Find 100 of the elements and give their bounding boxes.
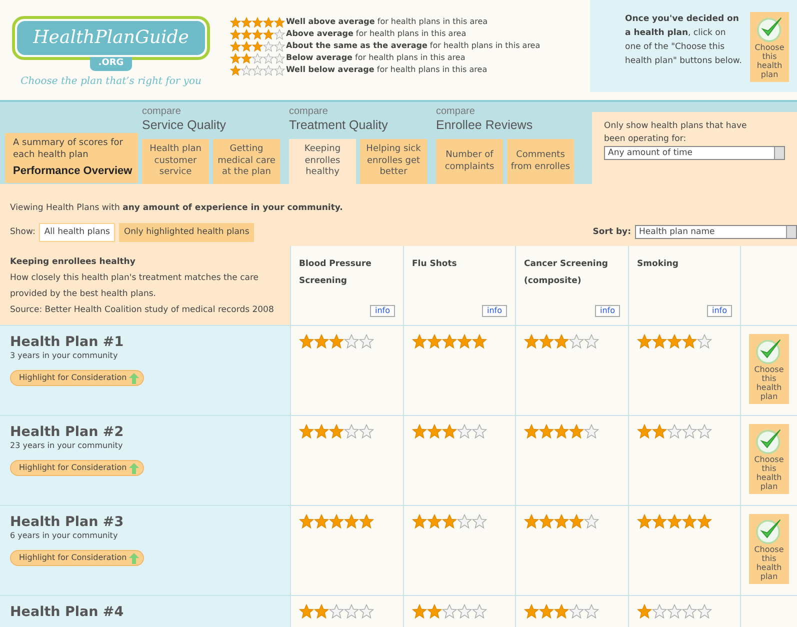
star-icon <box>230 28 241 40</box>
info-button[interactable]: info <box>482 305 507 317</box>
star-icon <box>667 424 682 439</box>
star-icon <box>569 334 584 349</box>
checkmark-icon <box>755 517 783 545</box>
category-tab[interactable]: Comments from enrolles <box>507 139 574 184</box>
star-icon <box>252 40 263 52</box>
group-title: Enrollee Reviews <box>436 117 534 133</box>
checkmark-icon <box>755 427 783 455</box>
star-icon <box>252 64 263 76</box>
up-arrow-icon <box>128 462 139 474</box>
star-icon <box>230 40 241 52</box>
star-icon <box>637 424 652 439</box>
tagline: Choose the plan that’s right for you <box>20 74 202 88</box>
highlight-button[interactable]: Highlight for Consideration <box>10 370 144 386</box>
choose-plan-button[interactable]: Choose this health plan <box>749 334 789 404</box>
star-icon <box>344 604 359 619</box>
star-icon <box>554 604 569 619</box>
star-icon <box>584 334 599 349</box>
star-icon <box>442 604 457 619</box>
star-icon <box>263 16 274 28</box>
up-arrow-icon <box>128 552 139 564</box>
star-icon <box>344 514 359 529</box>
star-icon <box>584 514 599 529</box>
star-icon <box>652 424 667 439</box>
star-icon <box>524 514 539 529</box>
star-icon <box>412 424 427 439</box>
star-icon <box>299 514 314 529</box>
star-icon <box>457 424 472 439</box>
legend-text: Above average for health plans in this area <box>286 28 466 40</box>
star-icon <box>230 52 241 64</box>
star-icon <box>652 514 667 529</box>
star-icon <box>697 334 712 349</box>
logo-suffix: .ORG <box>90 57 132 70</box>
star-icon <box>252 28 263 40</box>
star-icon <box>344 334 359 349</box>
star-icon <box>241 64 252 76</box>
compare-label: compare <box>289 106 329 117</box>
plan-name: Health Plan #1 <box>10 334 125 350</box>
info-button[interactable]: info <box>594 305 620 317</box>
star-icon <box>263 64 274 76</box>
highlight-button[interactable]: Highlight for Consideration <box>10 460 144 476</box>
star-icon <box>457 334 472 349</box>
star-icon <box>637 604 652 619</box>
star-icon <box>539 424 554 439</box>
star-icon <box>252 52 263 64</box>
legend-text: Well above average for health plans in this area <box>286 16 488 28</box>
filter-label: Only show health plans that have been operating for: <box>604 120 748 146</box>
star-icon <box>274 28 285 40</box>
star-icon <box>359 424 374 439</box>
intro-text: Source: Better Health Coalition study of medical records 2008 <box>10 304 275 317</box>
star-icon <box>274 40 285 52</box>
star-icon <box>274 64 285 76</box>
star-icon <box>359 334 374 349</box>
filter-toggle[interactable]: All health plans <box>39 222 115 242</box>
star-icon <box>457 604 472 619</box>
star-icon <box>554 424 569 439</box>
star-icon <box>329 604 344 619</box>
star-icon <box>539 334 554 349</box>
category-tab[interactable]: Number of complaints <box>436 139 503 184</box>
choose-plan-button[interactable]: Choose this health plan <box>750 12 789 82</box>
star-icon <box>241 52 252 64</box>
star-icon <box>472 334 487 349</box>
tab-caption: A summary of scores for each health plan <box>13 137 124 161</box>
star-icon <box>344 424 359 439</box>
viewing-text: Viewing Health Plans with any amount of experience in your community. <box>10 202 344 215</box>
overview-tab[interactable]: A summary of scores for each health plan Performance Overview <box>5 133 138 183</box>
star-icon <box>442 424 457 439</box>
star-icon <box>329 334 344 349</box>
star-icon <box>241 28 252 40</box>
column-header: Smoking <box>637 258 680 271</box>
star-icon <box>263 28 274 40</box>
legend-text: Below average for health plans in this area <box>286 52 466 64</box>
filter-toggle[interactable]: Only highlighted health plans <box>118 222 254 242</box>
category-tab[interactable]: Health plan customer service <box>142 139 209 184</box>
category-tab[interactable]: Keeping enrolles healthy <box>289 139 356 184</box>
legend-text: Well below average for health plans in this area <box>286 64 488 76</box>
column-header: Cancer Screening (composite) <box>524 258 609 288</box>
category-tab[interactable]: Getting medical care at the plan <box>213 139 280 184</box>
category-tab[interactable]: Helping sick enrolles get better <box>360 139 427 184</box>
group-title: Treatment Quality <box>289 117 389 133</box>
star-icon <box>569 514 584 529</box>
star-icon <box>230 64 241 76</box>
choose-plan-button[interactable]: Choose this health plan <box>749 424 789 494</box>
sort-dropdown[interactable]: Health plan name <box>635 225 797 240</box>
star-icon <box>412 514 427 529</box>
duration-dropdown[interactable]: Any amount of time <box>604 146 785 160</box>
star-icon <box>524 334 539 349</box>
highlight-button[interactable]: Highlight for Consideration <box>10 550 144 566</box>
info-button[interactable]: info <box>706 305 732 317</box>
star-icon <box>299 334 314 349</box>
compare-label: compare <box>436 106 476 117</box>
star-icon <box>697 514 712 529</box>
info-button[interactable]: info <box>370 305 395 317</box>
star-icon <box>584 604 599 619</box>
star-icon <box>524 424 539 439</box>
star-icon <box>554 334 569 349</box>
choose-plan-button[interactable]: Choose this health plan <box>749 514 789 584</box>
plan-years: 3 years in your community <box>10 350 119 362</box>
star-icon <box>539 604 554 619</box>
